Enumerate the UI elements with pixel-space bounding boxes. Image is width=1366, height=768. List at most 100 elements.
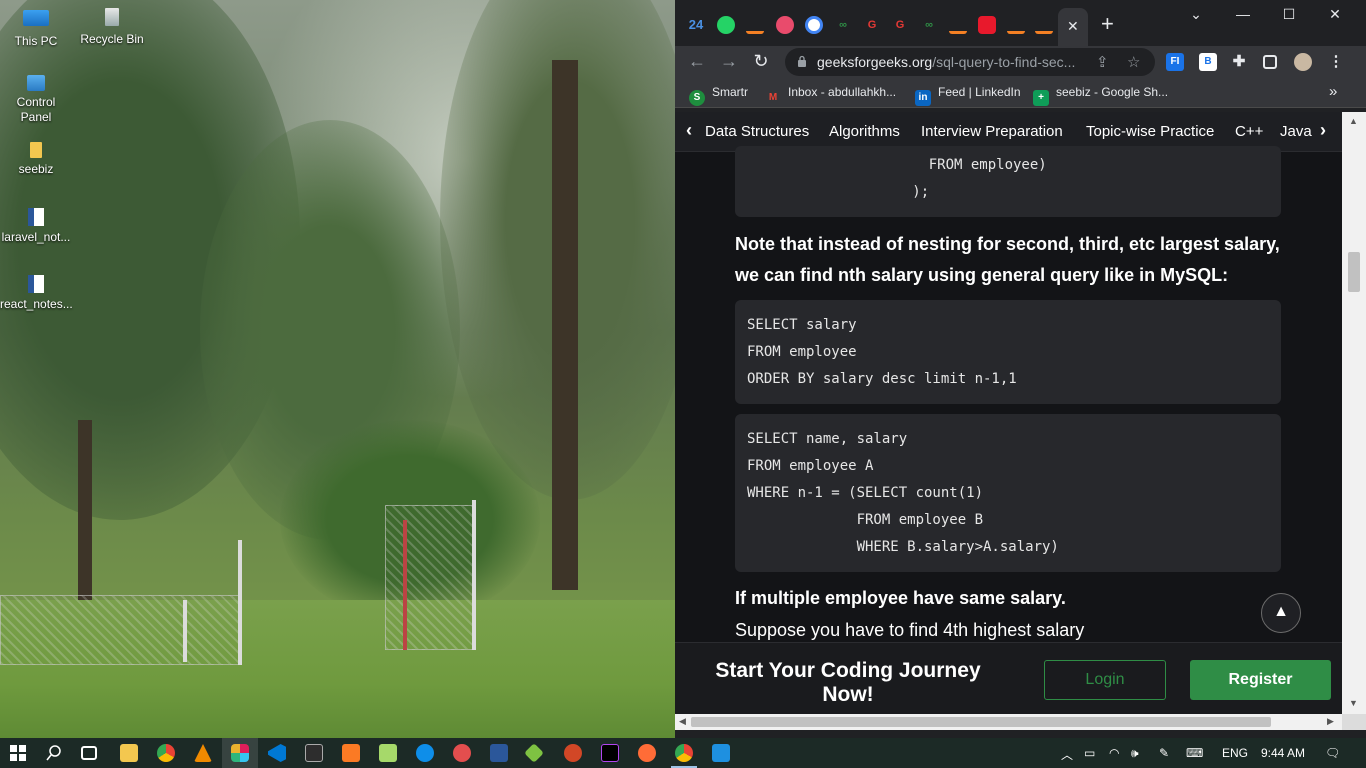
close-tab-icon[interactable]: ✕ xyxy=(1067,18,1079,35)
vscode-icon[interactable] xyxy=(268,744,286,762)
tab-24-icon[interactable]: 24 xyxy=(687,16,705,34)
desktop-icon-seebiz[interactable]: seebiz xyxy=(0,142,72,177)
notifications-icon[interactable]: 🗨 xyxy=(1325,746,1340,760)
scroll-right-arrow-icon[interactable]: ▶ xyxy=(1327,716,1334,727)
phpstorm-icon[interactable] xyxy=(601,744,619,762)
goal-post xyxy=(403,520,407,650)
share-icon[interactable]: ⇪ xyxy=(1096,53,1109,71)
note-paragraph: Note that instead of nesting for second,… xyxy=(735,234,1280,285)
tab-g-red-icon[interactable]: G xyxy=(863,16,881,34)
bookmark-star-icon[interactable]: ☆ xyxy=(1127,53,1140,71)
tab-whatsapp-icon[interactable] xyxy=(717,16,735,34)
scroll-to-top-button[interactable]: ▲ xyxy=(1261,593,1301,633)
extensions-puzzle-icon[interactable]: ✚ xyxy=(1230,53,1248,71)
windows-start-icon[interactable] xyxy=(10,745,26,761)
language-indicator[interactable]: ENG xyxy=(1222,746,1248,760)
nav-interview-preparation[interactable]: Interview Preparation xyxy=(921,123,1063,140)
scroll-down-arrow-icon[interactable]: ▼ xyxy=(1349,698,1358,708)
lock-icon[interactable] xyxy=(797,55,807,67)
nav-next-arrow[interactable]: › xyxy=(1320,120,1326,141)
photos-icon[interactable] xyxy=(712,744,730,762)
active-tab[interactable]: ✕ xyxy=(1058,8,1088,46)
tab-gfg-icon[interactable]: ∞ xyxy=(920,16,938,34)
new-tab-button[interactable]: + xyxy=(1101,13,1114,35)
xampp-icon[interactable] xyxy=(342,744,360,762)
extension-fi-icon[interactable]: FI xyxy=(1166,53,1184,71)
powerpoint-icon[interactable] xyxy=(564,744,582,762)
tab-g-red-icon[interactable]: G xyxy=(891,16,909,34)
back-button[interactable]: ← xyxy=(686,51,708,72)
bookmark-seebiz-sheet[interactable]: + seebiz - Google Sh... xyxy=(1033,85,1168,106)
wifi-icon[interactable]: ◠ xyxy=(1109,746,1119,760)
nav-cpp[interactable]: C++ xyxy=(1235,123,1263,140)
tab-stackoverflow-icon[interactable] xyxy=(1035,16,1053,34)
desktop-icon-label: seebiz xyxy=(18,162,54,176)
chrome-icon[interactable] xyxy=(675,744,693,762)
word-icon[interactable] xyxy=(490,744,508,762)
reload-button[interactable]: ↻ xyxy=(750,51,772,72)
desktop-icon-laravel-notes[interactable]: laravel_not... xyxy=(0,208,72,245)
nav-prev-arrow[interactable]: ‹ xyxy=(686,120,692,141)
register-button[interactable]: Register xyxy=(1190,660,1331,700)
profile-avatar[interactable] xyxy=(1294,53,1312,71)
tree-trunk xyxy=(78,420,92,600)
scroll-left-arrow-icon[interactable]: ◀ xyxy=(679,716,686,727)
bookmark-linkedin[interactable]: in Feed | LinkedIn xyxy=(915,85,1021,106)
scroll-up-arrow-icon[interactable]: ▲ xyxy=(1349,116,1358,126)
anydesk-icon[interactable] xyxy=(453,744,471,762)
battery-icon[interactable]: ▭ xyxy=(1084,746,1095,760)
tab-google-icon[interactable] xyxy=(805,16,823,34)
tab-stackoverflow-icon[interactable] xyxy=(746,16,764,34)
bookmark-smartr[interactable]: S Smartr xyxy=(689,85,748,106)
maximize-button[interactable]: ☐ xyxy=(1278,6,1300,24)
bookmark-inbox[interactable]: M Inbox - abdullahkh... xyxy=(765,85,896,106)
clock[interactable]: 9:44 AM xyxy=(1261,746,1305,760)
url-text[interactable]: geeksforgeeks.org/sql-query-to-find-sec.… xyxy=(817,54,1075,70)
extension-b-icon[interactable]: B xyxy=(1199,53,1217,71)
desktop-icon-this-pc[interactable]: This PC xyxy=(0,8,72,49)
postman-icon[interactable] xyxy=(638,744,656,762)
word-document-icon xyxy=(28,275,44,293)
side-panel-icon[interactable] xyxy=(1263,55,1277,69)
scrollbar-thumb[interactable] xyxy=(1348,252,1360,292)
nav-topic-wise-practice[interactable]: Topic-wise Practice xyxy=(1086,123,1214,140)
desktop-icon-control-panel[interactable]: Control Panel xyxy=(0,75,72,125)
tab-search-button[interactable]: ⌄ xyxy=(1185,6,1207,24)
horizontal-scrollbar[interactable]: ◀ ▶ xyxy=(675,714,1342,730)
forward-button[interactable]: → xyxy=(718,51,740,72)
vlc-icon[interactable] xyxy=(194,744,212,762)
slack-icon[interactable] xyxy=(231,744,249,762)
monitor-icon xyxy=(23,10,49,26)
scrollbar-thumb[interactable] xyxy=(691,717,1271,727)
notepad-icon[interactable] xyxy=(379,744,397,762)
tab-gfg-icon[interactable]: ∞ xyxy=(834,16,852,34)
show-hidden-icons-chevron-icon[interactable]: ︿ xyxy=(1061,746,1073,763)
vertical-scrollbar[interactable]: ▲ ▼ xyxy=(1342,112,1366,714)
keyboard-icon[interactable]: ⌨ xyxy=(1186,746,1203,760)
nav-java[interactable]: Java xyxy=(1280,123,1312,140)
chrome-icon[interactable] xyxy=(157,744,175,762)
search-icon[interactable] xyxy=(46,745,62,761)
desktop-icon-recycle-bin[interactable]: Recycle Bin xyxy=(76,8,148,47)
url-path: /sql-query-to-find-sec... xyxy=(932,54,1076,70)
terminal-icon[interactable] xyxy=(305,744,323,762)
pen-icon[interactable]: ✎ xyxy=(1159,746,1169,760)
tab-stackoverflow-icon[interactable] xyxy=(949,16,967,34)
nav-data-structures[interactable]: Data Structures xyxy=(705,123,809,140)
minimize-button[interactable]: — xyxy=(1232,6,1254,24)
tab-gmail-icon[interactable] xyxy=(776,16,794,34)
tab-opera-icon[interactable] xyxy=(978,16,996,34)
address-bar[interactable]: geeksforgeeks.org/sql-query-to-find-sec.… xyxy=(785,48,1155,76)
login-button[interactable]: Login xyxy=(1044,660,1166,700)
desktop-icon-react-notes[interactable]: react_notes... xyxy=(0,275,73,312)
tab-stackoverflow-icon[interactable] xyxy=(1007,16,1025,34)
file-explorer-icon[interactable] xyxy=(120,744,138,762)
bookmarks-overflow-button[interactable]: » xyxy=(1329,83,1337,100)
nav-algorithms[interactable]: Algorithms xyxy=(829,123,900,140)
git-icon[interactable] xyxy=(524,743,544,763)
menu-kebab-icon[interactable]: ⋮ xyxy=(1327,53,1345,71)
teamviewer-icon[interactable] xyxy=(416,744,434,762)
task-view-icon[interactable] xyxy=(81,746,97,760)
volume-icon[interactable]: 🕪 xyxy=(1131,746,1139,761)
close-window-button[interactable]: ✕ xyxy=(1324,6,1346,24)
